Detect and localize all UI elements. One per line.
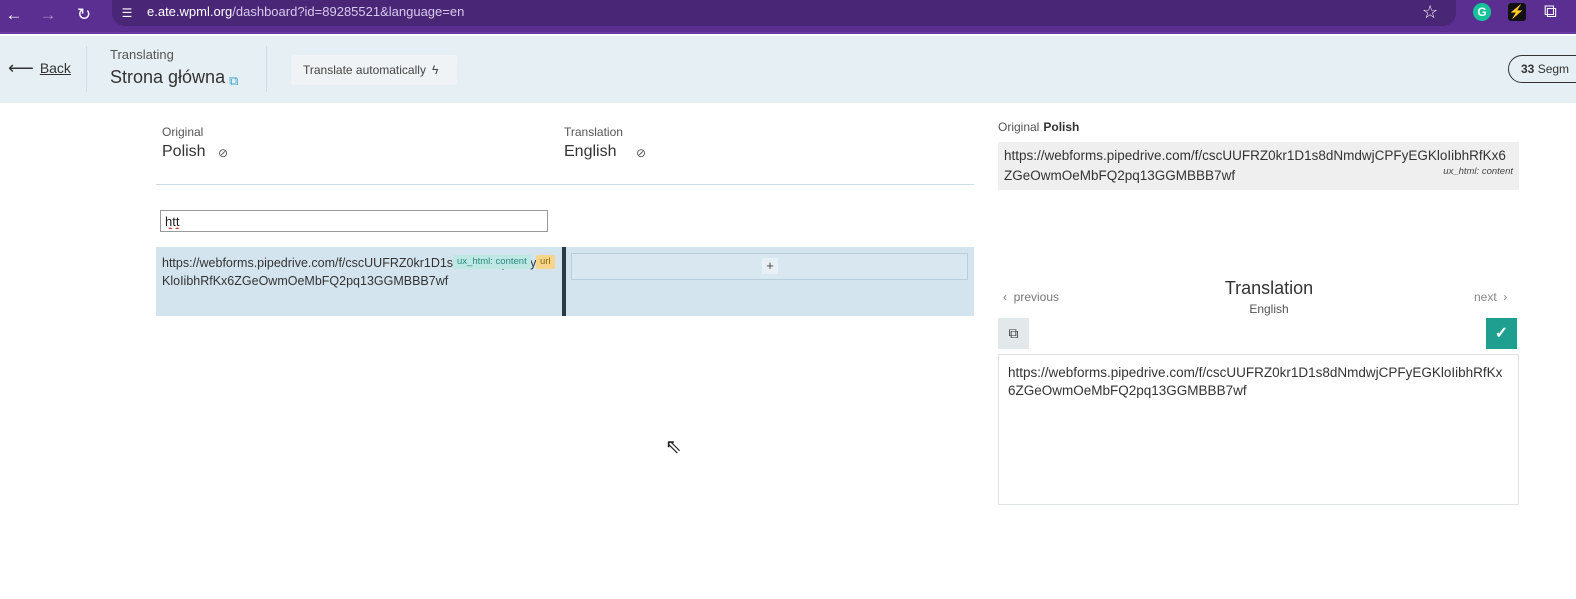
translate-automatically-label: Translate automatically <box>303 63 426 77</box>
translation-text: https://webforms.pipedrive.com/f/cscUUFR… <box>1008 365 1503 398</box>
chevron-right-icon: › <box>1503 290 1508 304</box>
external-link-icon[interactable]: ⧉ <box>229 73 238 89</box>
lightning-icon: ϟ <box>431 63 439 77</box>
extensions-puzzle-icon[interactable]: ⧉ <box>1544 1 1557 22</box>
mouse-cursor-icon: ⇖ <box>665 436 682 458</box>
chevron-left-icon: ‹ <box>1003 290 1007 304</box>
segments-count: 33 <box>1521 62 1535 76</box>
previous-button[interactable]: ‹ previous <box>1003 290 1059 304</box>
original-text: https://webforms.pipedrive.com/f/cscUUFR… <box>1004 148 1506 183</box>
original-column-label: Original <box>162 125 204 139</box>
grammarly-extension-icon[interactable]: G <box>1473 3 1491 21</box>
search-filter-input[interactable] <box>160 210 548 232</box>
original-text-box: https://webforms.pipedrive.com/f/cscUUFR… <box>998 142 1519 190</box>
translation-column-label: Translation <box>564 125 623 139</box>
extension-icon[interactable]: ⚡ <box>1508 3 1526 21</box>
segment-active-divider <box>562 247 566 316</box>
right-panel-original-label: Original Polish <box>998 120 1079 134</box>
page-title-text: Strona główna <box>110 67 226 87</box>
ux-html-tag: ux_html: content <box>453 255 531 269</box>
segment-row[interactable]: https://webforms.pipedrive.com/f/cscUUFR… <box>156 247 974 316</box>
forward-arrow-icon[interactable]: → <box>36 3 60 27</box>
app-header: ⟵ Back Translating Strona główna ⧉ Transla… <box>0 36 1576 103</box>
translate-automatically-button[interactable]: Translate automatically ϟ <box>291 55 457 85</box>
url-text[interactable]: e.ate.wpml.org/dashboard?id=89285521&lan… <box>147 4 464 19</box>
back-link[interactable]: ⟵ Back <box>8 58 71 79</box>
reload-icon[interactable]: ↻ <box>72 3 96 27</box>
browser-toolbar: ← → ↻ ☰ e.ate.wpml.org/dashboard?id=8928… <box>0 0 1576 34</box>
ux-html-tag: ux_html: content <box>1443 162 1513 182</box>
previous-label: previous <box>1013 290 1060 304</box>
back-arrow-icon[interactable]: ← <box>2 3 26 27</box>
original-language: Polish <box>1043 120 1080 134</box>
segment-target-cell[interactable]: + <box>571 253 968 280</box>
translation-title: Translation <box>1224 278 1314 298</box>
site-info-icon[interactable]: ☰ <box>118 4 136 22</box>
segments-counter[interactable]: 33 Segm <box>1508 55 1576 83</box>
divider <box>156 184 974 185</box>
copy-icon: ⧉ <box>1008 325 1019 341</box>
url-path: /dashboard?id=89285521&language=en <box>232 4 465 19</box>
next-button[interactable]: next › <box>1474 290 1507 304</box>
translation-language: English <box>564 143 617 160</box>
next-label: next <box>1474 290 1497 304</box>
translation-language: English <box>1249 302 1289 316</box>
segments-label: Segm <box>1537 62 1570 76</box>
page-title: Strona główna ⧉ <box>110 67 238 89</box>
translating-label: Translating <box>110 47 174 62</box>
check-icon: ✓ <box>1494 325 1509 342</box>
copy-original-button[interactable]: ⧉ <box>998 318 1029 349</box>
divider <box>266 46 267 92</box>
bookmark-star-icon[interactable]: ☆ <box>1422 2 1438 23</box>
back-label: Back <box>39 60 71 76</box>
divider <box>86 46 87 92</box>
add-translation-button[interactable]: + <box>762 258 778 274</box>
url-tag: url <box>536 255 555 269</box>
arrow-left-icon: ⟵ <box>8 58 34 78</box>
translation-editor[interactable]: https://webforms.pipedrive.com/f/cscUUFR… <box>998 354 1519 505</box>
url-host: e.ate.wpml.org <box>147 4 233 19</box>
original-label: Original <box>998 120 1040 134</box>
eye-off-icon[interactable]: ⊘ <box>218 146 228 160</box>
eye-off-icon[interactable]: ⊘ <box>636 146 646 160</box>
save-translation-button[interactable]: ✓ <box>1486 318 1517 349</box>
original-language: Polish <box>162 143 206 160</box>
